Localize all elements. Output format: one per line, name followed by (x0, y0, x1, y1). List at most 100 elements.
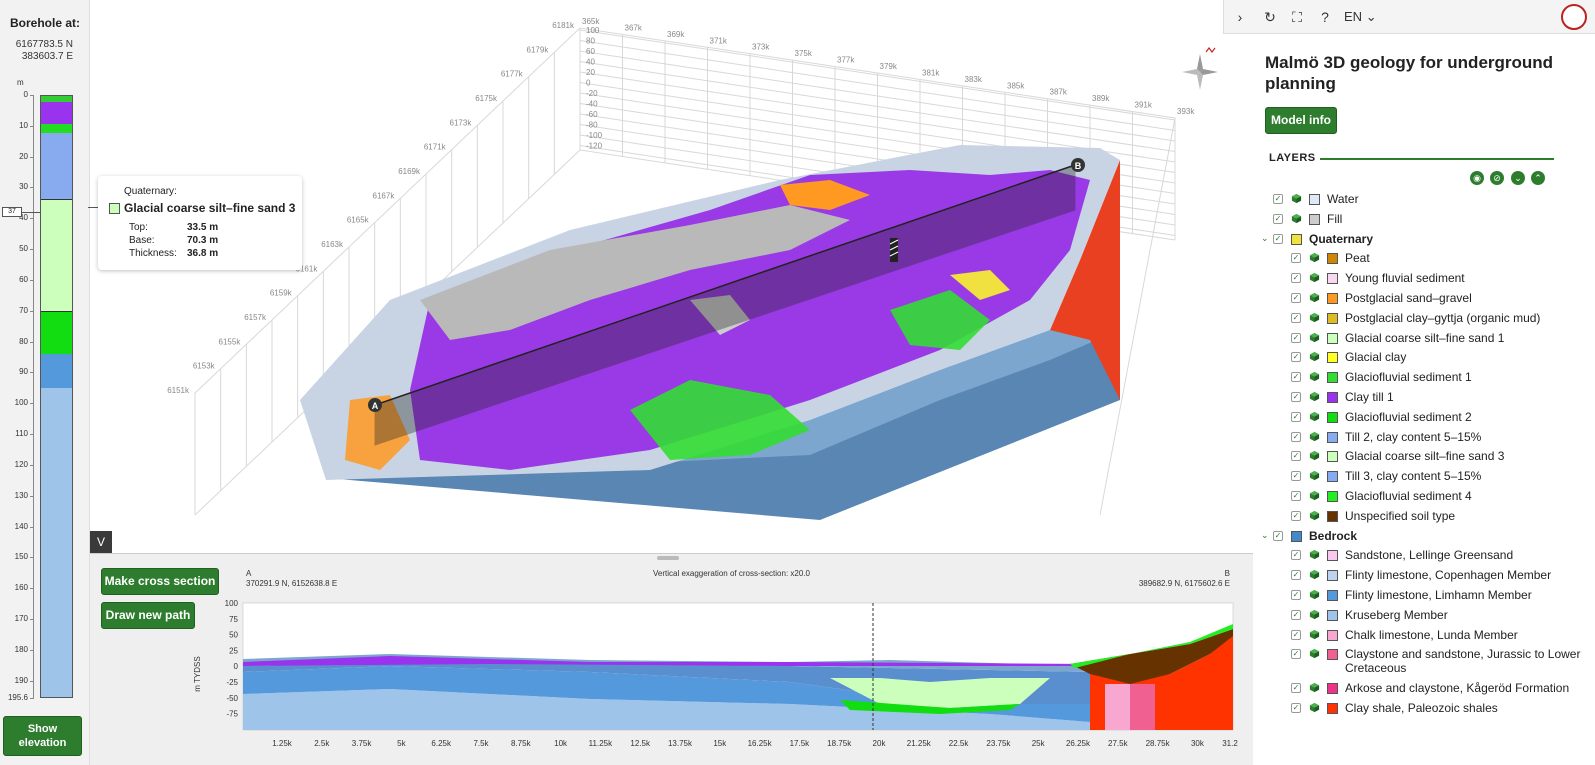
cube-icon[interactable] (1291, 213, 1302, 224)
chevron-down-icon[interactable]: ⌄ (1261, 530, 1269, 541)
cube-icon[interactable] (1309, 371, 1320, 382)
cube-icon[interactable] (1309, 648, 1320, 659)
layer-visibility-checkbox[interactable]: ✓ (1291, 590, 1301, 600)
borehole-layer-segment[interactable] (41, 198, 72, 312)
layer-visibility-checkbox[interactable]: ✓ (1291, 431, 1301, 442)
compass-icon[interactable] (1182, 47, 1218, 90)
3d-viewport[interactable]: 6151k 6153k 6155k 6157k 6159k 6161k 6163k 6165k… (90, 0, 1253, 553)
layer-row[interactable]: ✓ Peat (1253, 251, 1595, 267)
cube-icon[interactable] (1309, 312, 1320, 323)
layer-visibility-checkbox[interactable]: ✓ (1291, 570, 1301, 581)
cube-icon[interactable] (1309, 411, 1320, 422)
language-select[interactable]: EN ⌄ (1344, 9, 1377, 25)
layer-visibility-checkbox[interactable]: ✓ (1291, 372, 1301, 383)
cube-icon[interactable] (1309, 332, 1320, 343)
layer-visibility-checkbox[interactable]: ✓ (1291, 702, 1301, 713)
borehole-3d-marker[interactable] (889, 238, 899, 262)
layer-row[interactable]: ✓ Clay till 1 (1253, 390, 1595, 406)
borehole-layer-segment[interactable] (41, 387, 72, 697)
cube-icon[interactable] (1309, 450, 1320, 461)
layer-visibility-checkbox[interactable]: ✓ (1291, 629, 1301, 640)
layer-row[interactable]: ✓ Chalk limestone, Lunda Member (1253, 628, 1595, 644)
layer-row[interactable]: ✓ Young fluvial sediment (1253, 271, 1595, 287)
layer-visibility-checkbox[interactable]: ✓ (1291, 392, 1301, 402)
reset-view-icon[interactable]: ↻ (1260, 7, 1280, 27)
layer-visibility-checkbox[interactable]: ✓ (1291, 510, 1301, 521)
layer-visibility-checkbox[interactable]: ✓ (1273, 213, 1283, 224)
layer-visibility-checkbox[interactable]: ✓ (1291, 471, 1301, 482)
layer-row[interactable]: ⌄ ✓ Bedrock (1253, 529, 1595, 545)
layer-visibility-checkbox[interactable]: ✓ (1291, 293, 1301, 303)
borehole-layer-segment[interactable] (41, 312, 72, 355)
cube-icon[interactable] (1309, 549, 1320, 560)
collapse-all-icon[interactable]: ⌃ (1531, 171, 1545, 185)
layer-row[interactable]: ✓ Glaciofluvial sediment 2 (1253, 410, 1595, 426)
cross-section-chart[interactable]: m TYDSS 100 75 50 25 0 -25 -50 -75 1.25k 2.5k 3.7… (90, 554, 1253, 765)
cube-icon[interactable] (1309, 682, 1320, 693)
model-info-button[interactable]: Model info (1265, 107, 1337, 134)
cube-icon[interactable] (1309, 702, 1320, 713)
borehole-layer-segment[interactable] (41, 102, 72, 124)
layer-row[interactable]: ✓ Glacial coarse silt–fine sand 3 (1253, 449, 1595, 465)
layer-row[interactable]: ✓ Fill (1253, 212, 1595, 228)
layer-row[interactable]: ✓ Sandstone, Lellinge Greensand (1253, 548, 1595, 564)
show-all-icon[interactable]: ◉ (1470, 171, 1484, 185)
help-icon[interactable]: ? (1315, 7, 1335, 27)
layer-visibility-checkbox[interactable]: ✓ (1291, 451, 1301, 462)
layer-visibility-checkbox[interactable]: ✓ (1273, 194, 1283, 204)
layer-visibility-checkbox[interactable]: ✓ (1273, 530, 1283, 541)
layer-visibility-checkbox[interactable]: ✓ (1291, 312, 1301, 323)
layer-visibility-checkbox[interactable]: ✓ (1291, 491, 1301, 501)
layer-row[interactable]: ✓ Clay shale, Paleozoic shales (1253, 701, 1595, 717)
collapse-view-button[interactable]: V (90, 531, 112, 553)
layer-row[interactable]: ✓ Postglacial clay–gyttja (organic mud) (1253, 311, 1595, 327)
layer-row[interactable]: ✓ Water (1253, 192, 1595, 208)
layer-visibility-checkbox[interactable]: ✓ (1291, 550, 1301, 561)
cube-icon[interactable] (1309, 609, 1320, 620)
layer-visibility-checkbox[interactable]: ✓ (1291, 609, 1301, 620)
layer-row[interactable]: ✓ Postglacial sand–gravel (1253, 291, 1595, 307)
borehole-column[interactable] (40, 95, 73, 698)
layer-visibility-checkbox[interactable]: ✓ (1291, 352, 1301, 363)
borehole-depth-marker[interactable]: 37 (0, 207, 40, 217)
layer-row[interactable]: ⌄ ✓ Quaternary (1253, 232, 1595, 248)
layer-row[interactable]: ✓ Till 3, clay content 5–15% (1253, 469, 1595, 485)
cube-icon[interactable] (1309, 569, 1320, 580)
cube-icon[interactable] (1309, 391, 1320, 402)
cube-icon[interactable] (1291, 193, 1302, 204)
hide-all-icon[interactable]: ⊘ (1490, 171, 1504, 185)
layer-visibility-checkbox[interactable]: ✓ (1291, 682, 1301, 693)
layer-row[interactable]: ✓ Glaciofluvial sediment 4 (1253, 489, 1595, 505)
cube-icon[interactable] (1309, 510, 1320, 521)
borehole-layer-segment[interactable] (41, 354, 72, 388)
layer-row[interactable]: ✓ Kruseberg Member (1253, 608, 1595, 624)
3d-scene[interactable]: 6151k6153k6155k6157k6159k6161k6163k6165k… (90, 0, 1253, 553)
layer-visibility-checkbox[interactable]: ✓ (1291, 332, 1301, 343)
layer-row[interactable]: ✓ Arkose and claystone, Kågeröd Formation (1253, 681, 1595, 697)
collapse-panel-icon[interactable]: › (1230, 7, 1250, 27)
cube-icon[interactable] (1309, 470, 1320, 481)
cube-icon[interactable] (1309, 292, 1320, 303)
layer-row[interactable]: ✓ Flinty limestone, Copenhagen Member (1253, 568, 1595, 584)
layer-visibility-checkbox[interactable]: ✓ (1291, 273, 1301, 284)
cube-icon[interactable] (1309, 431, 1320, 442)
layer-row[interactable]: ✓ Claystone and sandstone, Jurassic to Lo… (1253, 647, 1595, 677)
show-elevation-button[interactable]: Show elevation (3, 716, 82, 756)
chevron-down-icon[interactable]: ⌄ (1261, 233, 1269, 244)
layer-row[interactable]: ✓ Glacial coarse silt–fine sand 1 (1253, 331, 1595, 347)
cube-icon[interactable] (1309, 589, 1320, 600)
cube-icon[interactable] (1309, 351, 1320, 362)
borehole-layer-segment[interactable] (41, 132, 72, 199)
layer-row[interactable]: ✓ Unspecified soil type (1253, 509, 1595, 525)
expand-all-icon[interactable]: ⌄ (1511, 171, 1525, 185)
layer-row[interactable]: ✓ Glacial clay (1253, 350, 1595, 366)
layer-visibility-checkbox[interactable]: ✓ (1291, 411, 1301, 422)
layer-row[interactable]: ✓ Till 2, clay content 5–15% (1253, 430, 1595, 446)
cube-icon[interactable] (1309, 252, 1320, 263)
layer-visibility-checkbox[interactable]: ✓ (1291, 253, 1301, 264)
fullscreen-icon[interactable]: ⛶ (1287, 7, 1307, 27)
layer-row[interactable]: ✓ Glaciofluvial sediment 1 (1253, 370, 1595, 386)
cube-icon[interactable] (1309, 272, 1320, 283)
borehole-layer-segment[interactable] (41, 123, 72, 133)
layer-row[interactable]: ✓ Flinty limestone, Limhamn Member (1253, 588, 1595, 604)
